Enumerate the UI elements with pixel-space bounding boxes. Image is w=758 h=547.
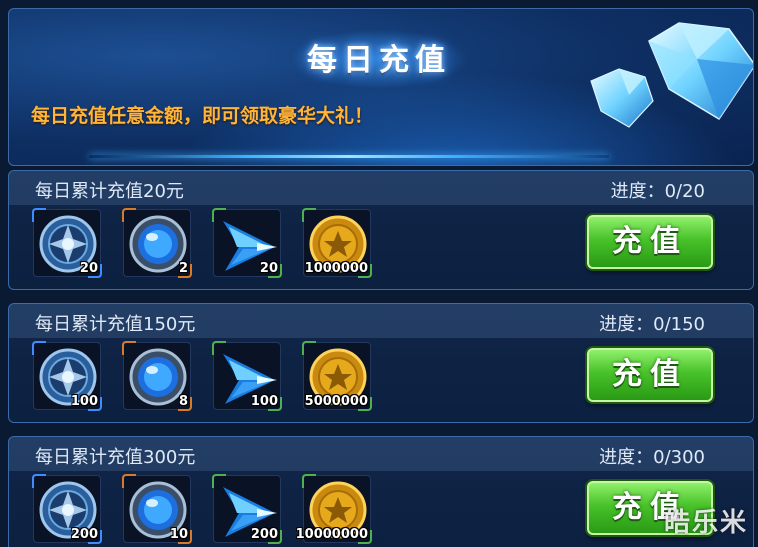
tier-card-1: 每日累计充值20元 进度：0/20 20 2 20 1000000 充值 — [8, 170, 754, 290]
reward-slot[interactable]: 1000000 — [302, 208, 372, 278]
banner-title: 每日充值 — [307, 43, 451, 78]
watermark: 皓乐米 — [663, 508, 748, 538]
banner: 每日充值 每日充值任意金额，即可领取豪华大礼！ — [8, 8, 754, 166]
reward-qty: 200 — [70, 527, 98, 542]
banner-glow-line — [89, 155, 609, 158]
banner-subtitle: 每日充值任意金额，即可领取豪华大礼！ — [31, 105, 374, 127]
diamond-icon — [590, 22, 753, 128]
tier-label: 每日累计充值150元 — [35, 314, 196, 335]
reward-slot[interactable]: 8 — [122, 341, 192, 411]
reward-qty: 10000000 — [295, 527, 368, 542]
recharge-button[interactable]: 充值 — [587, 348, 713, 402]
reward-slot[interactable]: 20 — [212, 208, 282, 278]
reward-slot[interactable]: 100 — [32, 341, 102, 411]
reward-qty: 20 — [259, 261, 278, 276]
tier-card-3: 每日累计充值300元 进度：0/300 200 10 200 10000000 … — [8, 436, 754, 547]
tier-label: 每日累计充值20元 — [35, 181, 184, 202]
reward-qty: 200 — [250, 527, 278, 542]
reward-qty: 10 — [169, 527, 188, 542]
reward-slot[interactable]: 10000000 — [296, 474, 372, 544]
reward-qty: 2 — [178, 261, 188, 276]
reward-slot[interactable]: 200 — [212, 474, 282, 544]
reward-slot[interactable]: 5000000 — [302, 341, 372, 411]
reward-qty: 8 — [178, 394, 188, 409]
reward-slot[interactable]: 20 — [32, 208, 102, 278]
reward-qty: 5000000 — [304, 394, 368, 409]
tier-card-2: 每日累计充值150元 进度：0/150 100 8 100 5000000 充值 — [8, 303, 754, 423]
reward-slot[interactable]: 2 — [122, 208, 192, 278]
reward-qty: 1000000 — [304, 261, 368, 276]
reward-qty: 100 — [70, 394, 98, 409]
reward-slot[interactable]: 10 — [122, 474, 192, 544]
tier-label: 每日累计充值300元 — [35, 447, 196, 468]
recharge-button[interactable]: 充值 — [587, 215, 713, 269]
tier-progress: 进度：0/300 — [599, 447, 705, 468]
reward-qty: 100 — [250, 394, 278, 409]
reward-slot[interactable]: 100 — [212, 341, 282, 411]
tier-progress: 进度：0/150 — [599, 314, 705, 335]
tier-progress: 进度：0/20 — [610, 181, 705, 202]
reward-slot[interactable]: 200 — [32, 474, 102, 544]
reward-qty: 20 — [79, 261, 98, 276]
